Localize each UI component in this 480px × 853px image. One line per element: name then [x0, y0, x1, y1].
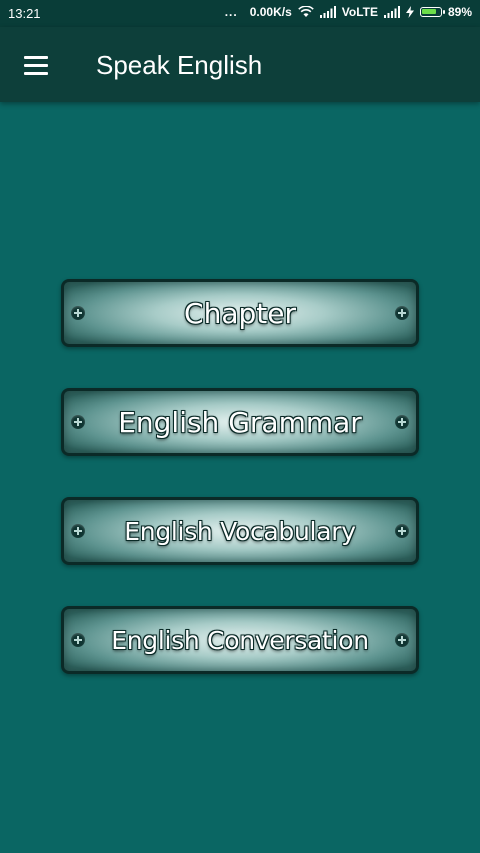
chapter-button[interactable]: Chapter: [61, 279, 419, 347]
network-type: VoLTE: [341, 5, 378, 19]
status-indicators: ... 0.00K/s VoLTE 89%: [225, 5, 472, 19]
english-grammar-button[interactable]: English Grammar: [61, 388, 419, 456]
english-grammar-button-label: English Grammar: [118, 405, 362, 439]
toolbar-title: Speak English: [96, 50, 263, 80]
charging-icon: [405, 6, 414, 18]
english-vocabulary-button-label: English Vocabulary: [124, 516, 356, 546]
battery-fill: [421, 9, 436, 14]
rivet-icon: [395, 415, 409, 429]
rivet-icon: [395, 633, 409, 647]
english-conversation-button[interactable]: English Conversation: [61, 606, 419, 674]
rivet-icon: [395, 306, 409, 320]
signal-icon: [319, 6, 336, 18]
status-time: 13:21: [8, 6, 41, 21]
battery-percent: 89%: [447, 5, 472, 19]
wifi-icon: [297, 6, 314, 17]
hamburger-menu-icon[interactable]: [16, 47, 56, 83]
network-speed: 0.00K/s: [249, 5, 292, 19]
english-vocabulary-button[interactable]: English Vocabulary: [61, 497, 419, 565]
chapter-button-label: Chapter: [184, 296, 296, 330]
status-bar: 13:21 ... 0.00K/s VoLTE 89%: [0, 0, 480, 27]
battery-icon: [419, 7, 445, 17]
notification-dots: ...: [224, 5, 238, 19]
english-conversation-button-label: English Conversation: [111, 625, 369, 655]
rivet-icon: [395, 524, 409, 538]
signal-icon-secondary: [383, 6, 400, 18]
app-toolbar: Speak English: [0, 27, 480, 102]
